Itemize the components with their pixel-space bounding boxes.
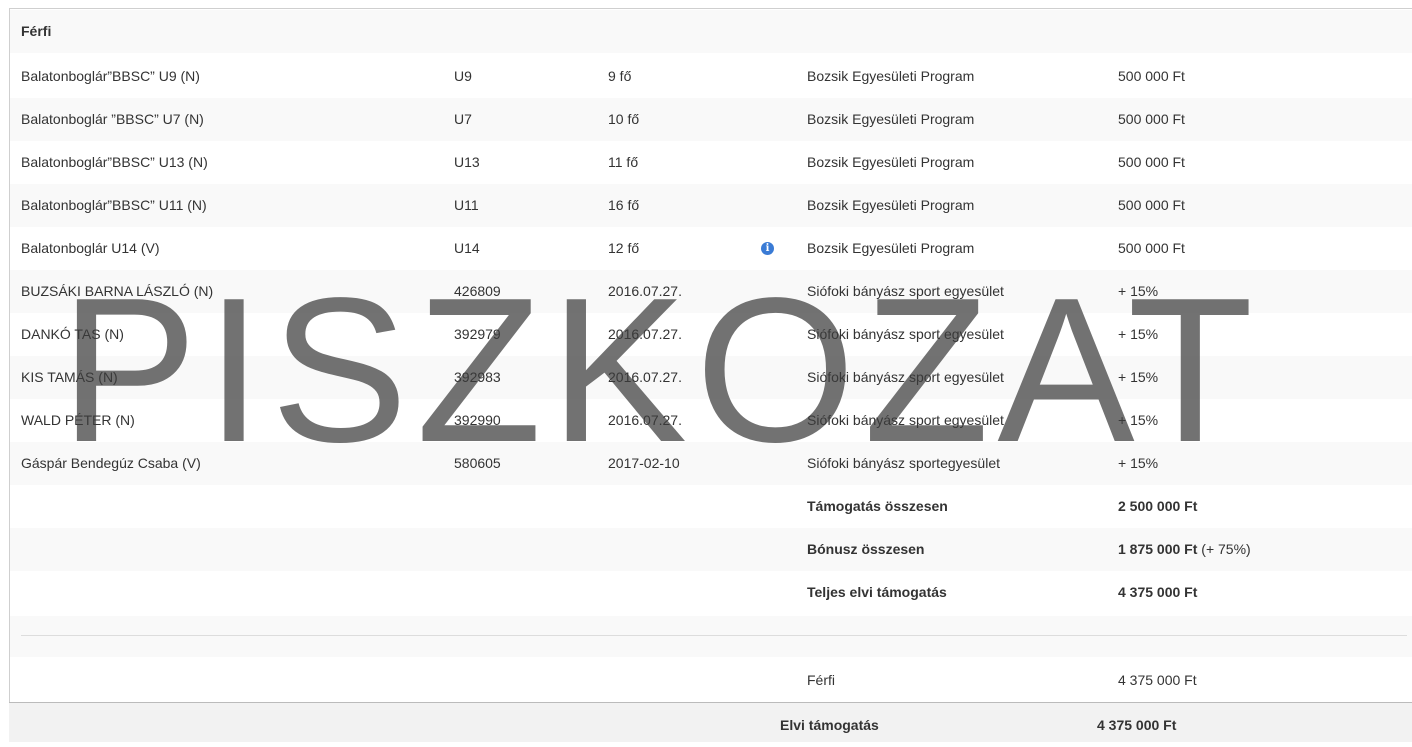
player-id: 580605 bbox=[454, 455, 501, 471]
section-header-row: Férfi bbox=[10, 10, 1412, 53]
team-name: Balatonboglár ”BBSC” U7 (N) bbox=[21, 111, 204, 127]
player-name: KIS TAMÁS (N) bbox=[21, 369, 118, 385]
team-name: Balatonboglár”BBSC” U11 (N) bbox=[21, 197, 207, 213]
info-icon[interactable]: i bbox=[761, 242, 774, 255]
total-full-label: Teljes elvi támogatás bbox=[807, 584, 947, 600]
amount: 500 000 Ft bbox=[1118, 68, 1185, 84]
total-support-label: Támogatás összesen bbox=[807, 498, 948, 514]
total-bonus-row: Bónusz összesen 1 875 000 Ft (+ 75%) bbox=[10, 528, 1412, 571]
amount: 500 000 Ft bbox=[1118, 197, 1185, 213]
team-name: Balatonboglár”BBSC” U13 (N) bbox=[21, 154, 208, 170]
team-code: U13 bbox=[454, 154, 480, 170]
bonus-rate: + 15% bbox=[1118, 412, 1159, 428]
team-count: 9 fő bbox=[608, 68, 632, 84]
table-row: Balatonboglár U14 (V) U14 12 fő i Bozsik… bbox=[10, 227, 1412, 270]
team-count: 10 fő bbox=[608, 111, 640, 127]
player-id: 426809 bbox=[454, 283, 501, 299]
total-full-value: 4 375 000 Ft bbox=[1118, 584, 1198, 600]
total-support-row: Támogatás összesen 2 500 000 Ft bbox=[10, 485, 1412, 528]
table-row: KIS TAMÁS (N) 392983 2016.07.27. Siófoki… bbox=[10, 356, 1412, 399]
amount: 500 000 Ft bbox=[1118, 240, 1185, 256]
footer-total-value: 4 375 000 Ft bbox=[1097, 717, 1177, 733]
divider-row bbox=[10, 616, 1412, 657]
divider bbox=[21, 635, 1407, 636]
team-code: U11 bbox=[454, 197, 479, 213]
amount: 500 000 Ft bbox=[1118, 154, 1185, 170]
total-full-row: Teljes elvi támogatás 4 375 000 Ft bbox=[10, 571, 1412, 614]
total-bonus-percent: (+ 75%) bbox=[1201, 541, 1251, 557]
table-row: BUZSÁKI BARNA LÁSZLÓ (N) 426809 2016.07.… bbox=[10, 270, 1412, 313]
player-name: DANKÓ TAS (N) bbox=[21, 326, 124, 342]
player-id: 392979 bbox=[454, 326, 501, 342]
team-count: 12 fő bbox=[608, 240, 640, 256]
table-row: Balatonboglár”BBSC” U11 (N) U11 16 fő Bo… bbox=[10, 184, 1412, 227]
category-summary-row: Férfi 4 375 000 Ft bbox=[10, 659, 1412, 702]
program-name: Bozsik Egyesületi Program bbox=[807, 68, 975, 84]
program-name: Bozsik Egyesületi Program bbox=[807, 240, 975, 256]
player-date: 2016.07.27. bbox=[608, 369, 682, 385]
team-name: Balatonboglár”BBSC” U9 (N) bbox=[21, 68, 200, 84]
total-support-value: 2 500 000 Ft bbox=[1118, 498, 1198, 514]
player-date: 2016.07.27. bbox=[608, 283, 682, 299]
bonus-rate: + 15% bbox=[1118, 326, 1159, 342]
club-name: Siófoki bányász sport egyesület bbox=[807, 369, 1004, 385]
club-name: Siófoki bányász sport egyesület bbox=[807, 326, 1004, 342]
category-summary-label: Férfi bbox=[807, 672, 835, 688]
table-row: Balatonboglár”BBSC” U9 (N) U9 9 fő Bozsi… bbox=[10, 55, 1412, 98]
footer-total-row: Elvi támogatás 4 375 000 Ft bbox=[9, 702, 1412, 742]
total-bonus-cell: 1 875 000 Ft (+ 75%) bbox=[1118, 528, 1251, 571]
club-name: Siófoki bányász sportegyesület bbox=[807, 455, 1000, 471]
team-count: 16 fő bbox=[608, 197, 640, 213]
amount: 500 000 Ft bbox=[1118, 111, 1185, 127]
total-bonus-value: 1 875 000 Ft bbox=[1118, 541, 1198, 557]
player-name: Gáspár Bendegúz Csaba (V) bbox=[21, 455, 201, 471]
footer-total-label: Elvi támogatás bbox=[780, 717, 879, 733]
player-date: 2016.07.27. bbox=[608, 412, 682, 428]
team-count: 11 fő bbox=[608, 154, 639, 170]
program-name: Bozsik Egyesületi Program bbox=[807, 111, 975, 127]
bonus-rate: + 15% bbox=[1118, 369, 1159, 385]
program-name: Bozsik Egyesületi Program bbox=[807, 154, 975, 170]
club-name: Siófoki bányász sport egyesület bbox=[807, 412, 1004, 428]
category-summary-value: 4 375 000 Ft bbox=[1118, 672, 1197, 688]
table-row: Balatonboglár ”BBSC” U7 (N) U7 10 fő Boz… bbox=[10, 98, 1412, 141]
total-bonus-label: Bónusz összesen bbox=[807, 541, 925, 557]
player-id: 392990 bbox=[454, 412, 501, 428]
table-row: Balatonboglár”BBSC” U13 (N) U13 11 fő Bo… bbox=[10, 141, 1412, 184]
table-row: Gáspár Bendegúz Csaba (V) 580605 2017-02… bbox=[10, 442, 1412, 485]
team-code: U9 bbox=[454, 68, 472, 84]
bonus-rate: + 15% bbox=[1118, 455, 1159, 471]
team-name: Balatonboglár U14 (V) bbox=[21, 240, 160, 256]
table-row: DANKÓ TAS (N) 392979 2016.07.27. Siófoki… bbox=[10, 313, 1412, 356]
player-name: BUZSÁKI BARNA LÁSZLÓ (N) bbox=[21, 283, 214, 299]
section-title: Férfi bbox=[21, 23, 52, 39]
team-code: U7 bbox=[454, 111, 472, 127]
player-date: 2017-02-10 bbox=[608, 455, 680, 471]
bonus-rate: + 15% bbox=[1118, 283, 1159, 299]
table-row: WALD PÉTER (N) 392990 2016.07.27. Siófok… bbox=[10, 399, 1412, 442]
player-id: 392983 bbox=[454, 369, 501, 385]
player-date: 2016.07.27. bbox=[608, 326, 682, 342]
club-name: Siófoki bányász sport egyesület bbox=[807, 283, 1004, 299]
program-name: Bozsik Egyesületi Program bbox=[807, 197, 975, 213]
team-code: U14 bbox=[454, 240, 480, 256]
player-name: WALD PÉTER (N) bbox=[21, 412, 135, 428]
